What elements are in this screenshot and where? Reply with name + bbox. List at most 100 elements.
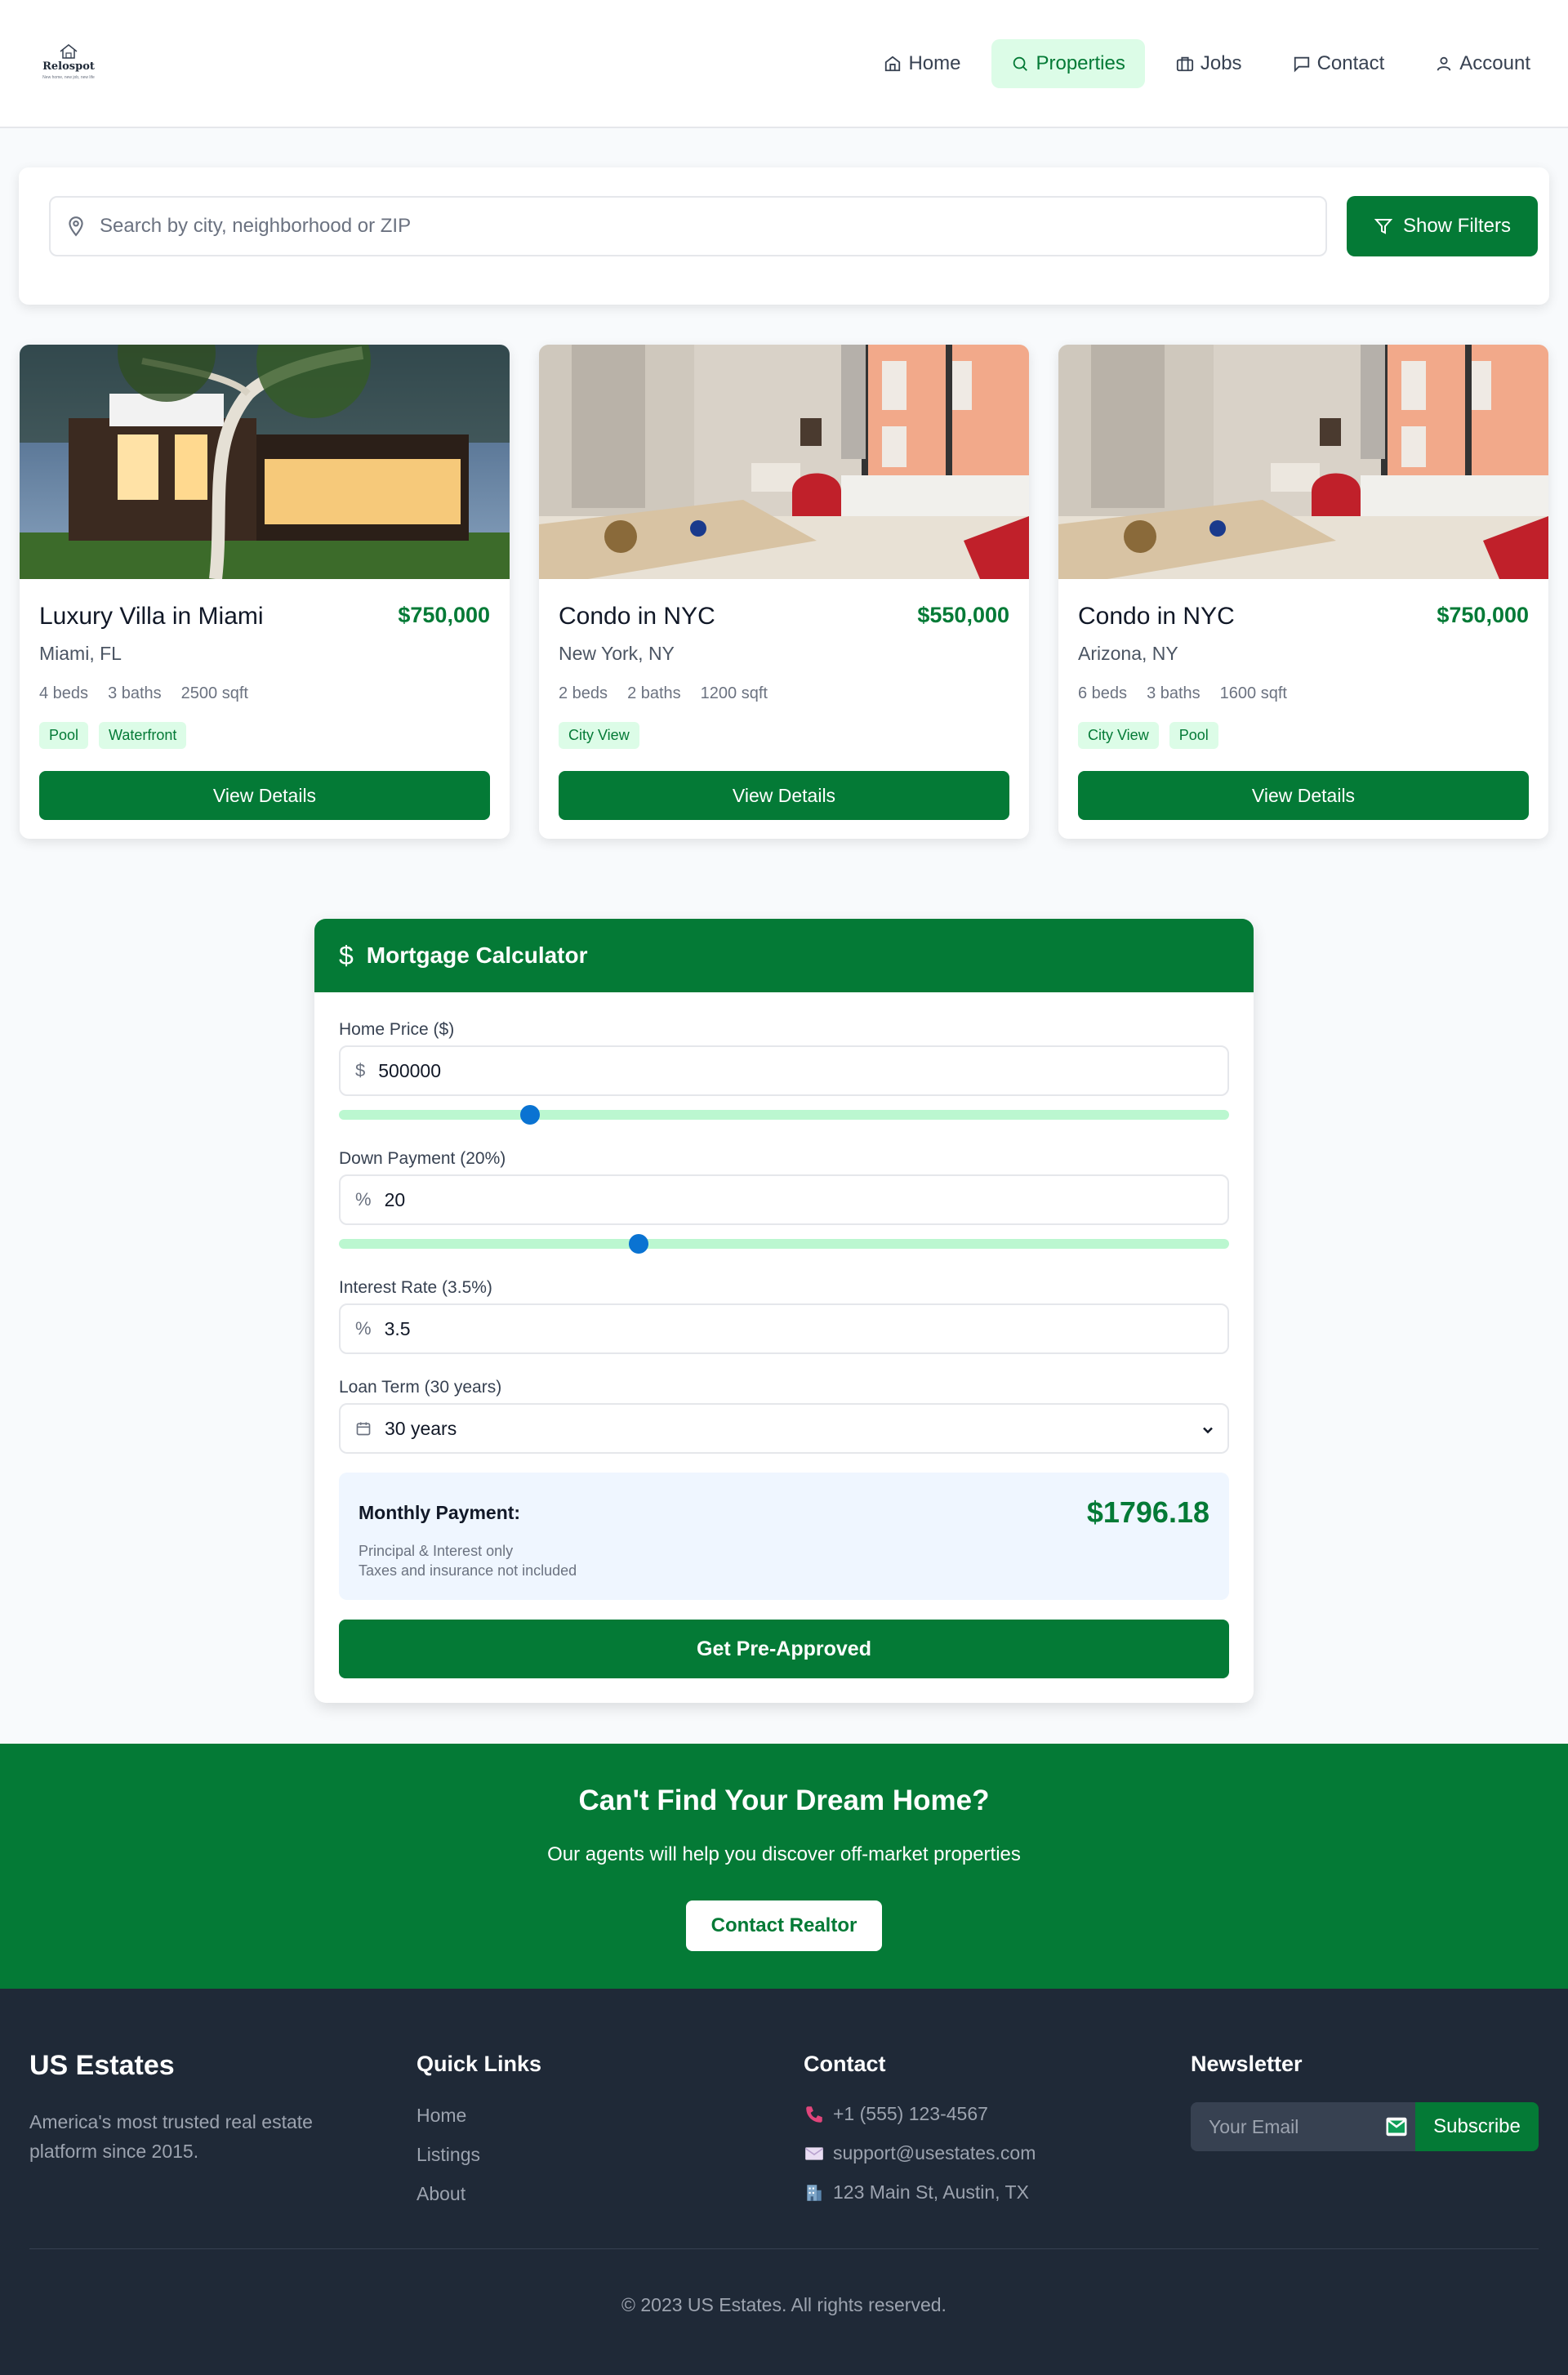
property-baths: 3 baths bbox=[1147, 684, 1200, 702]
get-pre-approved-button[interactable]: Get Pre-Approved bbox=[339, 1620, 1229, 1678]
property-meta: 6 beds 3 baths 1600 sqft bbox=[1078, 684, 1287, 703]
down-payment-value: 20 bbox=[384, 1188, 406, 1210]
payment-note: Principal & Interest only bbox=[359, 1543, 514, 1559]
property-tags: City View Pool bbox=[1078, 722, 1218, 749]
loan-term-label: Loan Term (30 years) bbox=[339, 1378, 502, 1397]
loan-term-value: 30 years bbox=[385, 1417, 457, 1439]
home-price-slider[interactable] bbox=[339, 1105, 1229, 1125]
map-pin-icon bbox=[69, 216, 83, 237]
nav-properties[interactable]: Properties bbox=[991, 39, 1145, 88]
monthly-payment-label: Monthly Payment: bbox=[359, 1502, 521, 1523]
property-meta: 4 beds 3 baths 2500 sqft bbox=[39, 684, 248, 703]
cta-banner: Can't Find Your Dream Home? Our agents w… bbox=[0, 1744, 1568, 1989]
property-image[interactable] bbox=[20, 345, 510, 579]
search-input[interactable] bbox=[100, 198, 1308, 255]
down-payment-slider-thumb[interactable] bbox=[629, 1234, 649, 1254]
show-filters-button[interactable]: Show Filters bbox=[1347, 196, 1538, 256]
property-baths: 3 baths bbox=[108, 684, 162, 702]
briefcase-icon bbox=[1176, 56, 1193, 72]
home-price-slider-thumb[interactable] bbox=[520, 1105, 541, 1125]
footer-email-text: support@usestates.com bbox=[833, 2142, 1036, 2163]
footer-divider bbox=[29, 2248, 1539, 2249]
nav-properties-label: Properties bbox=[1036, 52, 1125, 74]
nav-home[interactable]: Home bbox=[864, 39, 980, 88]
footer-email[interactable]: support@usestates.com bbox=[804, 2142, 1036, 2164]
interest-rate-value: 3.5 bbox=[384, 1317, 411, 1339]
site-logo[interactable]: Relospot New home, new job, new life bbox=[36, 41, 101, 85]
footer-phone[interactable]: +1 (555) 123-4567 bbox=[804, 2103, 988, 2125]
phone-icon bbox=[806, 2105, 822, 2123]
building-icon bbox=[807, 2184, 822, 2201]
search-box bbox=[49, 196, 1327, 256]
property-location: New York, NY bbox=[559, 643, 675, 664]
footer-link-home[interactable]: Home bbox=[416, 2105, 466, 2127]
home-icon bbox=[885, 56, 901, 72]
home-price-label: Home Price ($) bbox=[339, 1020, 455, 1039]
nav-contact-label: Contact bbox=[1316, 52, 1385, 74]
copyright: © 2023 US Estates. All rights reserved. bbox=[621, 2294, 947, 2315]
email-autofill-icon[interactable] bbox=[1384, 2114, 1409, 2139]
property-title: Condo in NYC bbox=[1078, 603, 1235, 630]
dollar-icon: $ bbox=[339, 940, 354, 970]
newsletter-placeholder: Your Email bbox=[1209, 2115, 1299, 2137]
footer-address-text: 123 Main St, Austin, TX bbox=[833, 2181, 1029, 2203]
property-sqft: 2500 sqft bbox=[180, 684, 248, 702]
cta-subtitle: Our agents will help you discover off-ma… bbox=[547, 1843, 1021, 1865]
down-payment-prefix: % bbox=[355, 1189, 372, 1210]
property-beds: 4 beds bbox=[39, 684, 89, 702]
loan-term-select[interactable]: 30 years bbox=[339, 1403, 1229, 1454]
footer-description: America's most trusted real estate platf… bbox=[29, 2111, 313, 2162]
subscribe-button[interactable]: Subscribe bbox=[1415, 2102, 1539, 2151]
footer-link-about[interactable]: About bbox=[416, 2183, 466, 2205]
user-icon bbox=[1437, 56, 1451, 71]
property-title: Condo in NYC bbox=[559, 603, 715, 630]
mortgage-header: $ Mortgage Calculator bbox=[314, 919, 1254, 992]
site-header: Relospot New home, new job, new life Hom… bbox=[0, 0, 1568, 128]
view-details-button[interactable]: View Details bbox=[1078, 771, 1529, 820]
property-title: Luxury Villa in Miami bbox=[39, 603, 264, 630]
home-price-input[interactable]: $ 500000 bbox=[339, 1045, 1229, 1096]
monthly-payment-value: $1796.18 bbox=[1086, 1495, 1209, 1529]
property-price: $550,000 bbox=[917, 603, 1009, 627]
home-price-prefix: $ bbox=[355, 1060, 366, 1081]
footer-phone-text: +1 (555) 123-4567 bbox=[833, 2103, 988, 2124]
nav-contact[interactable]: Contact bbox=[1273, 39, 1405, 88]
mortgage-calculator: $ Mortgage Calculator Home Price ($) $ 5… bbox=[314, 919, 1254, 1703]
property-image[interactable] bbox=[539, 345, 1029, 579]
chevron-down-icon bbox=[1203, 1427, 1213, 1434]
down-payment-slider[interactable] bbox=[339, 1234, 1229, 1254]
view-details-button[interactable]: View Details bbox=[39, 771, 490, 820]
nav-account-label: Account bbox=[1459, 52, 1530, 74]
property-price: $750,000 bbox=[1437, 603, 1529, 627]
modern-house-photo bbox=[20, 345, 510, 579]
show-filters-label: Show Filters bbox=[1402, 215, 1512, 237]
message-icon bbox=[1294, 56, 1309, 73]
search-panel: Show Filters bbox=[19, 167, 1549, 305]
property-beds: 6 beds bbox=[1078, 684, 1128, 702]
newsletter-title: Newsletter bbox=[1191, 2052, 1303, 2076]
logo-name: Relospot bbox=[42, 60, 95, 73]
property-card: Condo in NYC $750,000 Arizona, NY 6 beds… bbox=[1058, 345, 1548, 839]
payment-note: Taxes and insurance not included bbox=[359, 1562, 577, 1579]
house-logo-icon bbox=[60, 44, 78, 59]
down-payment-input[interactable]: % 20 bbox=[339, 1174, 1229, 1225]
footer-brand: US Estates bbox=[29, 2050, 175, 2081]
property-sqft: 1200 sqft bbox=[700, 684, 768, 702]
cta-title: Can't Find Your Dream Home? bbox=[578, 1785, 990, 1816]
search-icon bbox=[1013, 56, 1028, 71]
nav-account[interactable]: Account bbox=[1415, 39, 1550, 88]
nav-jobs[interactable]: Jobs bbox=[1156, 39, 1262, 88]
view-details-button[interactable]: View Details bbox=[559, 771, 1009, 820]
interest-rate-input[interactable]: % 3.5 bbox=[339, 1303, 1229, 1354]
footer-link-listings[interactable]: Listings bbox=[416, 2144, 480, 2166]
newsletter-form: Your Email Subscribe bbox=[1191, 2102, 1539, 2151]
property-image[interactable] bbox=[1058, 345, 1548, 579]
property-tag: Pool bbox=[39, 722, 89, 749]
contact-realtor-button[interactable]: Contact Realtor bbox=[686, 1900, 882, 1951]
living-room-photo bbox=[1058, 345, 1548, 579]
property-sqft: 1600 sqft bbox=[1219, 684, 1287, 702]
interest-rate-prefix: % bbox=[355, 1318, 372, 1339]
main-nav: Home Properties Jobs Contact Account bbox=[864, 39, 1550, 88]
newsletter-email-input[interactable]: Your Email bbox=[1191, 2102, 1415, 2151]
calendar-icon bbox=[356, 1422, 371, 1436]
